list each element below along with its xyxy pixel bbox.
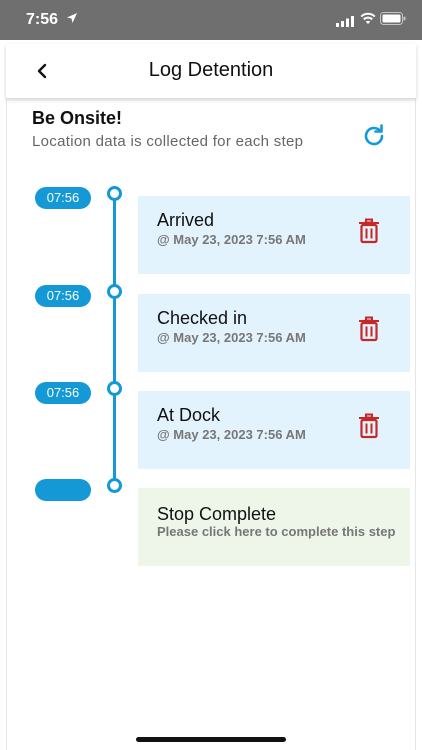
cellular-signal-icon — [336, 14, 354, 32]
step-time-badge: 07:56 — [35, 187, 91, 209]
timeline-node — [107, 186, 122, 201]
status-bar: 7:56 — [0, 0, 422, 40]
step-timestamp: @ May 23, 2023 7:56 AM — [157, 232, 306, 247]
wifi-icon — [360, 12, 376, 30]
delete-step-button[interactable] — [356, 413, 382, 441]
step-timestamp: @ May 23, 2023 7:56 AM — [157, 427, 306, 442]
nav-header: Log Detention — [6, 44, 416, 98]
trash-icon — [357, 413, 381, 442]
step-title: Arrived — [157, 210, 215, 230]
timeline-node — [107, 381, 122, 396]
timeline-node — [107, 284, 122, 299]
timeline-node — [107, 478, 122, 493]
trash-icon — [357, 218, 381, 247]
step-title: Checked in — [157, 308, 248, 328]
step-time-badge: 07:56 — [35, 285, 91, 307]
step-time-badge — [35, 479, 91, 501]
step-title: At Dock — [157, 405, 221, 425]
delete-step-button[interactable] — [356, 316, 382, 344]
step-instruction: Please click here to complete this step — [157, 524, 396, 539]
trash-icon — [357, 316, 381, 345]
step-card-stop-complete[interactable]: Stop Complete Please click here to compl… — [138, 488, 410, 566]
step-card-checked-in[interactable]: Checked in @ May 23, 2023 7:56 AM — [138, 294, 410, 372]
page-title: Log Detention — [148, 59, 274, 81]
section-title: Be Onsite! — [32, 108, 123, 128]
step-card-arrived[interactable]: Arrived @ May 23, 2023 7:56 AM — [138, 196, 410, 274]
section-subtitle: Location data is collected for each step — [32, 133, 304, 150]
step-timestamp: @ May 23, 2023 7:56 AM — [157, 330, 306, 345]
battery-icon — [380, 12, 406, 30]
refresh-icon — [360, 124, 388, 153]
timeline-line — [113, 193, 116, 485]
home-indicator — [136, 737, 286, 742]
location-arrow-icon — [66, 11, 78, 29]
status-time: 7:56 — [26, 11, 59, 28]
step-card-at-dock[interactable]: At Dock @ May 23, 2023 7:56 AM — [138, 391, 410, 469]
step-time-badge: 07:56 — [35, 382, 91, 404]
step-title: Stop Complete — [157, 504, 277, 524]
refresh-button[interactable] — [360, 122, 388, 150]
delete-step-button[interactable] — [356, 218, 382, 246]
